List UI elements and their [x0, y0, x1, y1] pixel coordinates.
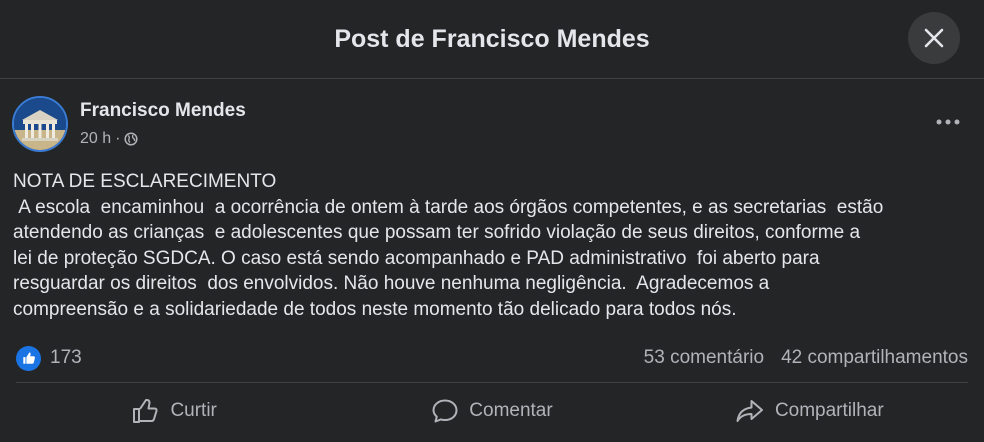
reaction-summary[interactable]: 173: [16, 345, 82, 371]
author-name[interactable]: Francisco Mendes: [80, 99, 246, 123]
post-line: resguardar os direitos dos envolvidos. N…: [13, 273, 770, 294]
close-button[interactable]: [908, 12, 960, 64]
more-options-button[interactable]: [930, 108, 966, 136]
post-line: lei de proteção SGDCA. O caso está sendo…: [13, 247, 820, 269]
author-info: Francisco Mendes 20 h ·: [80, 99, 246, 150]
comment-count[interactable]: 53 comentário: [644, 347, 764, 369]
thumbs-up-icon: [133, 399, 159, 423]
post-line: atendendo as crianças e adolescentes que…: [13, 222, 861, 243]
share-label: Compartilhar: [774, 400, 884, 421]
post-meta: 20 h ·: [80, 128, 246, 150]
comment-icon: [432, 399, 458, 423]
share-count[interactable]: 42 compartilhamentos: [781, 347, 968, 369]
like-label: Curtir: [170, 400, 217, 421]
post-text: NOTA DE ESCLARECIMENTO A escola encaminh…: [13, 169, 973, 322]
like-reaction-icon: [16, 345, 41, 371]
comment-label: Comentar: [469, 400, 553, 421]
share-icon: [736, 400, 763, 422]
post-line: A escola encaminhou a ocorrência de onte…: [13, 196, 884, 218]
avatar-image: [14, 98, 66, 150]
dialog-header: Post de Francisco Mendes: [0, 0, 984, 79]
action-bar: Curtir Comentar Compartilhar: [16, 387, 968, 435]
share-button[interactable]: Compartilhar: [651, 387, 968, 435]
divider: [16, 382, 968, 383]
close-icon: [924, 28, 944, 48]
globe-icon: [124, 131, 139, 146]
more-options-icon: [936, 119, 960, 125]
post-timestamp[interactable]: 20 h: [80, 128, 111, 150]
dialog-title: Post de Francisco Mendes: [334, 24, 650, 53]
avatar[interactable]: [12, 96, 68, 152]
like-button[interactable]: Curtir: [16, 387, 333, 435]
engagement-counts: 53 comentário 42 compartilhamentos: [644, 347, 968, 369]
comment-button[interactable]: Comentar: [333, 387, 650, 435]
post-line: NOTA DE ESCLARECIMENTO: [13, 171, 277, 192]
post-author: Francisco Mendes 20 h ·: [12, 96, 246, 152]
like-count: 173: [50, 347, 82, 368]
post-line: compreensão e a solidariedade de todos n…: [13, 298, 737, 320]
meta-separator: ·: [115, 129, 121, 147]
post-stats: 173 53 comentário 42 compartilhamentos: [16, 343, 968, 373]
